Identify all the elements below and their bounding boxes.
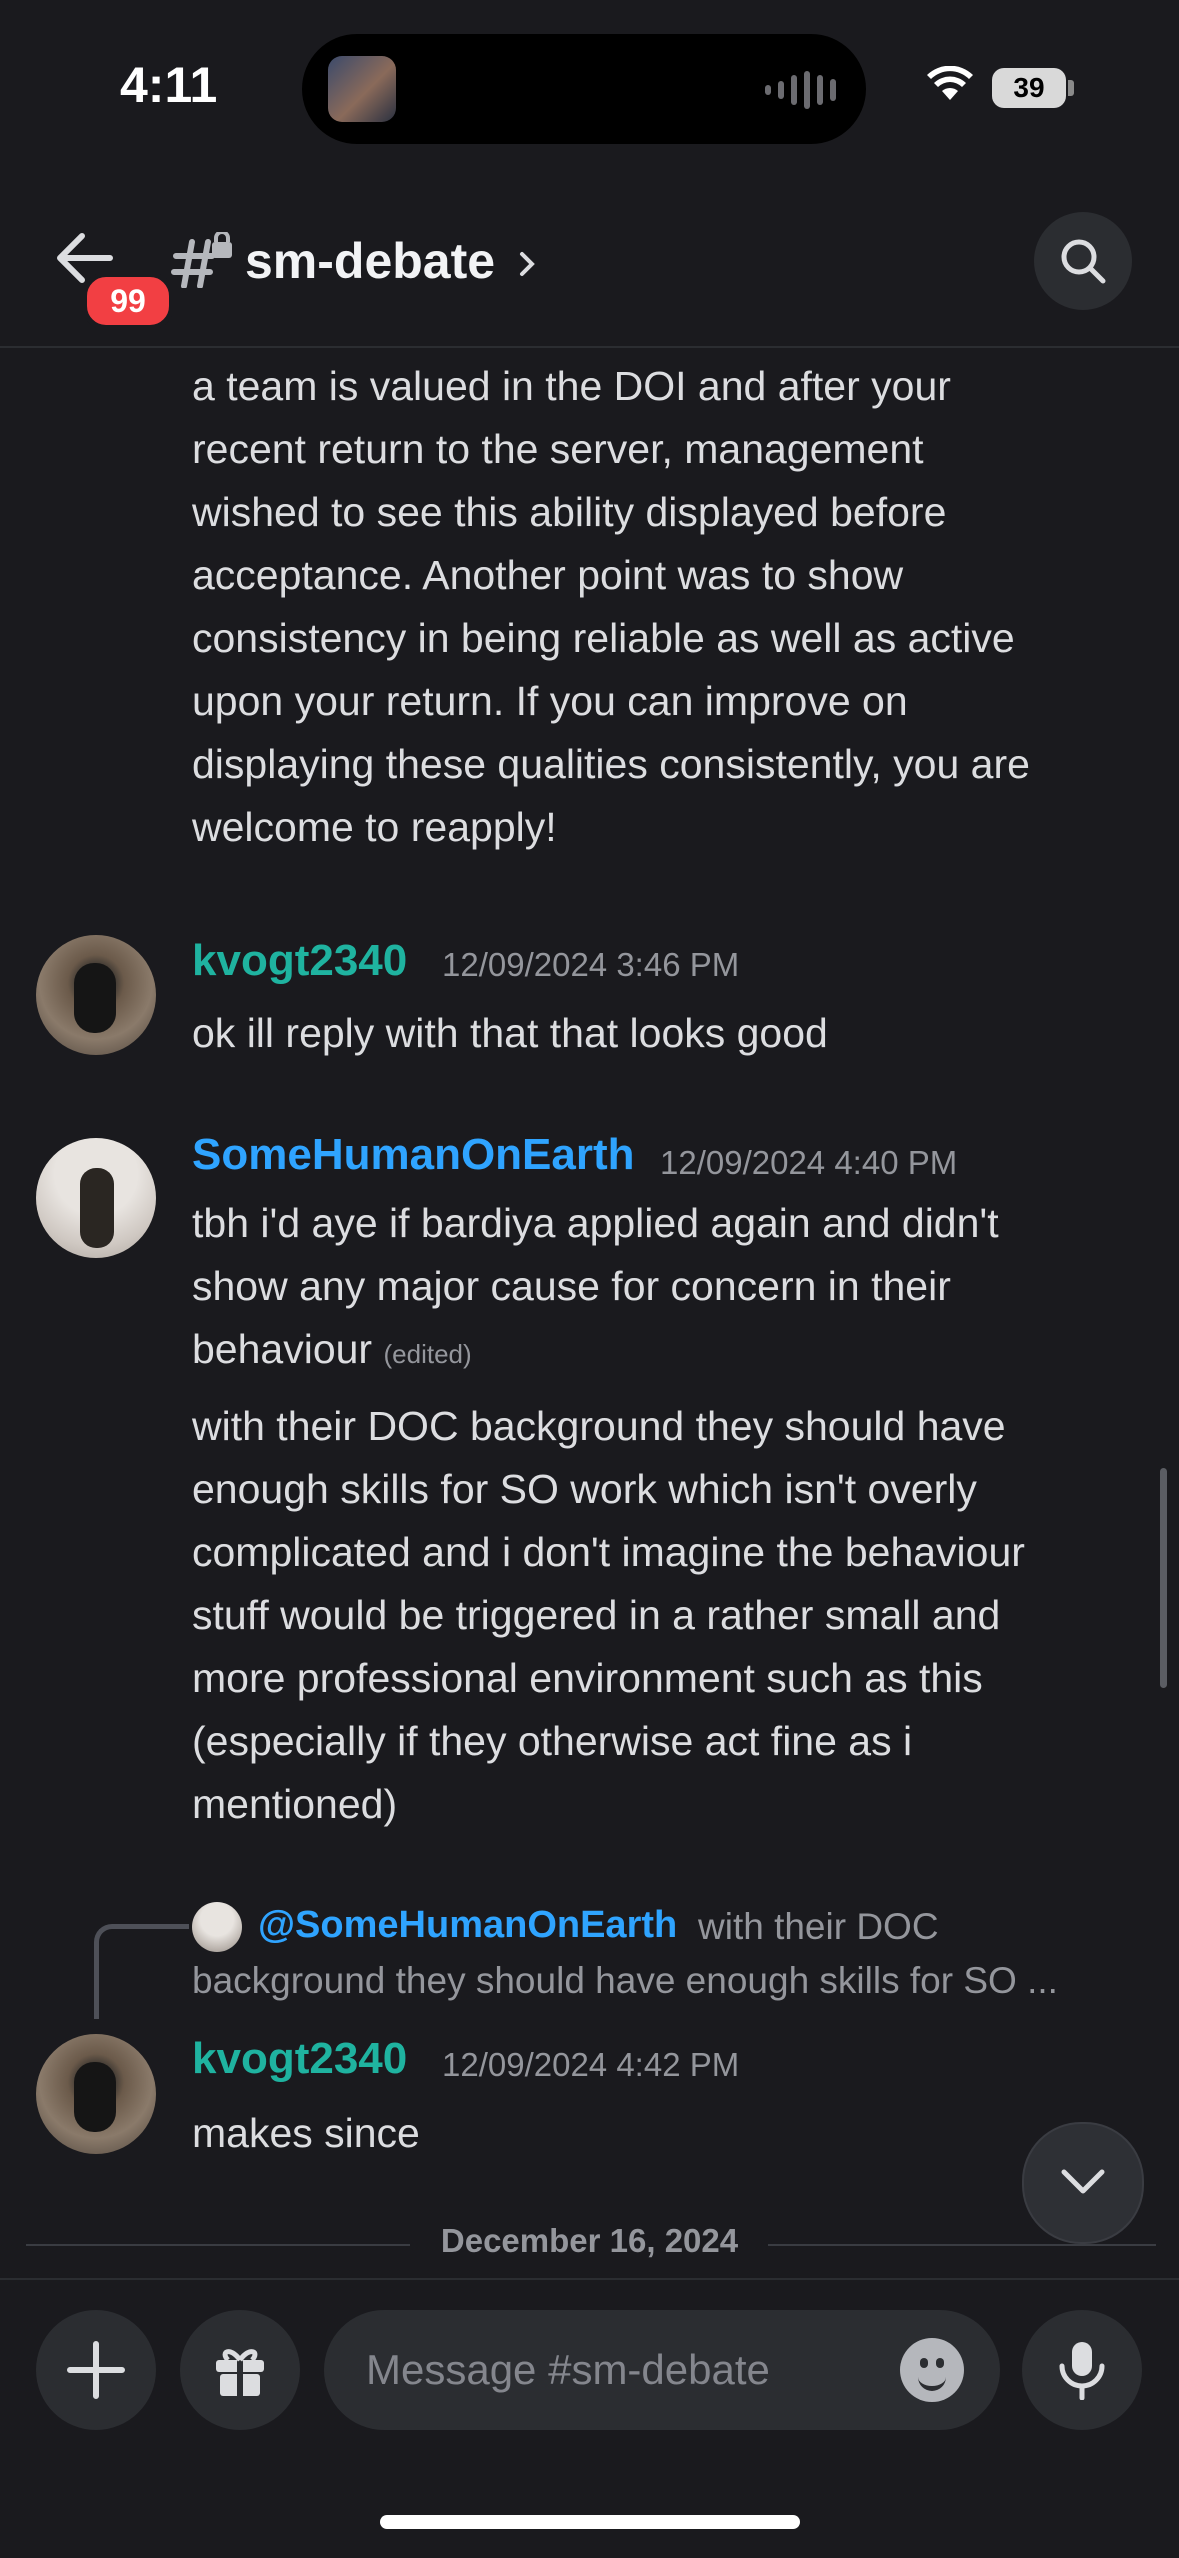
channel-title[interactable]: sm-debate	[245, 232, 495, 290]
message-text: ok ill reply with that that looks good	[192, 1010, 828, 1056]
avatar[interactable]	[36, 935, 156, 1055]
message-line: behaviour (edited)	[192, 1318, 1152, 1386]
message-line: (especially if they otherwise act fine a…	[192, 1718, 913, 1764]
dynamic-island[interactable]	[302, 34, 866, 144]
date-divider-label: December 16, 2024	[440, 2222, 739, 2259]
message-line: a team is valued in the DOI and after yo…	[192, 363, 951, 409]
reply-snippet[interactable]: with their DOC	[698, 1906, 939, 1948]
timestamp: 12/09/2024 3:46 PM	[442, 946, 740, 983]
message-line: displaying these qualities consistently,…	[192, 741, 1030, 787]
channel-header: 99 sm-debate	[0, 170, 1179, 348]
add-attachment-button[interactable]	[36, 2310, 156, 2430]
search-icon	[1061, 239, 1106, 284]
search-button[interactable]	[1034, 212, 1132, 310]
status-bar: 4:11 39	[0, 0, 1179, 170]
reply-mention[interactable]: @SomeHumanOnEarth	[258, 1904, 677, 1947]
battery-indicator: 39	[992, 68, 1066, 108]
message-text: tbh i'd aye if bardiya applied again and…	[192, 1192, 1152, 1386]
unread-badge: 99	[82, 272, 174, 330]
username[interactable]: SomeHumanOnEarth	[192, 1130, 635, 1180]
home-indicator[interactable]	[380, 2515, 800, 2529]
avatar[interactable]	[36, 1138, 156, 1258]
voice-message-button[interactable]	[1022, 2310, 1142, 2430]
message-line: show any major cause for concern in thei…	[192, 1263, 951, 1309]
gift-button[interactable]	[180, 2310, 300, 2430]
message-line: stuff would be triggered in a rather sma…	[192, 1592, 1001, 1638]
reply-avatar	[192, 1902, 242, 1952]
message-text: makes since	[192, 2110, 420, 2156]
timestamp: 12/09/2024 4:40 PM	[660, 1144, 958, 1181]
chevron-down-icon	[1061, 2169, 1105, 2194]
scrollbar[interactable]	[1160, 1468, 1167, 1688]
message-continued: a team is valued in the DOI and after yo…	[192, 355, 1152, 859]
message-line: tbh i'd aye if bardiya applied again and…	[192, 1200, 999, 1246]
message-line: complicated and i don't imagine the beha…	[192, 1529, 1025, 1575]
message-line: consistency in being reliable as well as…	[192, 615, 1015, 661]
plus-icon	[67, 2341, 125, 2399]
message-line: recent return to the server, management	[192, 426, 924, 472]
message-input-placeholder: Message #sm-debate	[366, 2346, 770, 2393]
status-time: 4:11	[120, 57, 218, 113]
timestamp: 12/09/2024 4:42 PM	[442, 2046, 740, 2083]
reply-connector	[94, 1924, 189, 2019]
audio-wave-icon	[765, 70, 836, 110]
emoji-icon[interactable]	[900, 2338, 964, 2402]
edited-tag: (edited)	[383, 1339, 472, 1369]
message-text: with their DOC background they should ha…	[192, 1395, 1152, 1836]
message-line: mentioned)	[192, 1781, 398, 1827]
message-line: welcome to reapply!	[192, 804, 557, 850]
media-thumbnail	[328, 56, 396, 122]
username[interactable]: kvogt2340	[192, 2034, 407, 2084]
message-line: acceptance. Another point was to show	[192, 552, 904, 598]
chevron-right-icon[interactable]	[518, 250, 538, 278]
username[interactable]: kvogt2340	[192, 936, 407, 986]
message-line: with their DOC background they should ha…	[192, 1403, 1006, 1449]
message-line: enough skills for SO work which isn't ov…	[192, 1466, 977, 1512]
message-input[interactable]: Message #sm-debate	[324, 2310, 1000, 2430]
gift-icon	[216, 2349, 264, 2396]
message-line: wished to see this ability displayed bef…	[192, 489, 947, 535]
wifi-icon	[927, 66, 973, 100]
message-line-text: behaviour	[192, 1326, 373, 1372]
locked-channel-icon	[171, 232, 232, 288]
reply-snippet[interactable]: background they should have enough skill…	[192, 1960, 1058, 2002]
battery-tip	[1068, 80, 1074, 96]
microphone-icon	[1059, 2342, 1105, 2400]
message-line: more professional environment such as th…	[192, 1655, 983, 1701]
avatar[interactable]	[36, 2034, 156, 2154]
message-line: upon your return. If you can improve on	[192, 678, 908, 724]
